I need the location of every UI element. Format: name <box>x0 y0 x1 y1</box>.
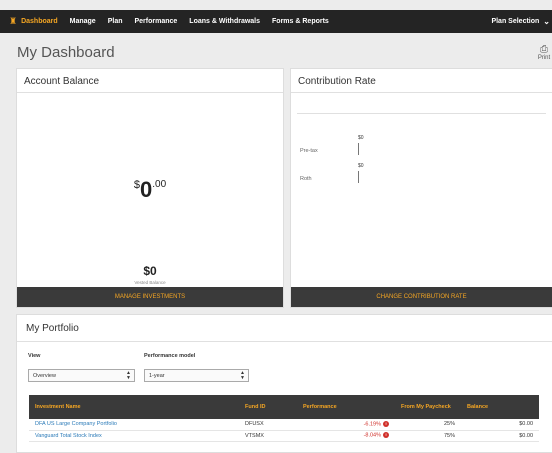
print-label: Print <box>537 55 551 61</box>
alert-icon[interactable]: ! <box>383 432 389 439</box>
col-from-my-paycheck[interactable]: From My Paycheck <box>395 395 461 419</box>
performance-value: -6.19% <box>363 421 381 428</box>
fund-performance: -8.04%! <box>297 430 395 442</box>
fund-balance: $0.00 <box>461 430 539 442</box>
fund-balance: $0.00 <box>461 419 539 431</box>
balance-whole: 0 <box>139 177 153 202</box>
home-icon[interactable]: ♜ <box>9 16 17 27</box>
balance-cents: .00 <box>152 179 167 190</box>
vested-amount: $0 <box>143 264 157 278</box>
select-arrows-icon: ▲ ▼ <box>240 370 245 381</box>
nav-forms-reports[interactable]: Forms & Reports <box>272 18 329 25</box>
fund-performance: -6.19%! <box>297 419 395 431</box>
pretax-value: $0 <box>358 135 364 141</box>
section-divider <box>17 341 552 342</box>
performance-model-select[interactable]: 1-year ▲ ▼ <box>144 369 249 382</box>
vested-label: Vested Balance <box>134 280 166 285</box>
vested-balance: $0 Vested Balance <box>17 264 283 285</box>
col-fund-id[interactable]: Fund ID <box>239 395 297 419</box>
nav-performance[interactable]: Performance <box>135 18 178 25</box>
page-title: My Dashboard <box>17 44 115 61</box>
col-balance[interactable]: Balance <box>461 395 539 419</box>
roth-label: Roth <box>300 176 312 182</box>
performance-value: -8.04% <box>363 432 381 439</box>
top-nav: ♜ Dashboard Manage Plan Performance Loan… <box>0 10 552 33</box>
contribution-axis-line <box>297 113 546 114</box>
fund-paycheck-pct: 25% <box>395 419 461 431</box>
print-button[interactable]: ⎙ Print <box>536 44 552 62</box>
nav-plan[interactable]: Plan <box>108 18 123 25</box>
fund-paycheck-pct: 75% <box>395 430 461 442</box>
view-select-value: Overview <box>33 372 56 379</box>
printer-icon: ⎙ <box>540 44 548 55</box>
fund-id: VTSMX <box>239 430 297 442</box>
pretax-bar <box>358 143 359 155</box>
change-contribution-rate-button[interactable]: CHANGE CONTRIBUTION RATE <box>291 287 552 307</box>
portfolio-section: My Portfolio View Performance model Over… <box>16 314 552 453</box>
select-arrows-icon: ▲ ▼ <box>126 370 131 381</box>
fund-name-link[interactable]: DFA US Large Company Portfolio <box>29 419 239 431</box>
performance-model-value: 1-year <box>149 372 165 379</box>
account-balance-card: Account Balance $0.00 $0 Vested Balance … <box>16 68 284 308</box>
contribution-rate-title: Contribution Rate <box>298 76 376 87</box>
fund-id: DFUSX <box>239 419 297 431</box>
total-balance: $0.00 <box>17 177 283 203</box>
portfolio-title: My Portfolio <box>26 323 79 334</box>
col-investment-name[interactable]: Investment Name <box>29 395 239 419</box>
manage-investments-button[interactable]: MANAGE INVESTMENTS <box>17 287 283 307</box>
card-divider <box>17 92 283 93</box>
nav-manage[interactable]: Manage <box>70 18 96 25</box>
view-select[interactable]: Overview ▲ ▼ <box>28 369 135 382</box>
card-divider <box>291 92 552 93</box>
portfolio-table: Investment Name Fund ID Performance From… <box>29 395 539 442</box>
performance-model-label: Performance model <box>144 353 196 359</box>
plan-selection-menu[interactable]: Plan Selection ⌄ <box>491 10 550 33</box>
account-balance-title: Account Balance <box>24 76 100 87</box>
table-header-row: Investment Name Fund ID Performance From… <box>29 395 539 419</box>
nav-dashboard[interactable]: Dashboard <box>21 18 58 25</box>
roth-value: $0 <box>358 163 364 169</box>
table-row: DFA US Large Company Portfolio DFUSX -6.… <box>29 419 539 431</box>
alert-icon[interactable]: ! <box>383 421 389 428</box>
contribution-rate-card: Contribution Rate $0 Pre-tax $0 Roth CHA… <box>290 68 552 308</box>
table-row: Vanguard Total Stock Index VTSMX -8.04%!… <box>29 430 539 442</box>
view-label: View <box>28 353 41 359</box>
roth-bar <box>358 171 359 183</box>
fund-name-link[interactable]: Vanguard Total Stock Index <box>29 430 239 442</box>
col-performance[interactable]: Performance <box>297 395 395 419</box>
plan-selection-label: Plan Selection <box>491 18 540 25</box>
chevron-down-icon: ⌄ <box>543 17 550 26</box>
nav-loans-withdrawals[interactable]: Loans & Withdrawals <box>189 18 260 25</box>
pretax-label: Pre-tax <box>300 148 318 154</box>
currency-symbol: $ <box>133 179 140 191</box>
